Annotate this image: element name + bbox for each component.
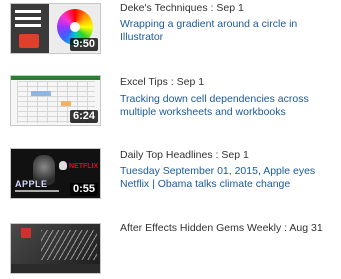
duration-badge: 9:50 bbox=[69, 38, 98, 51]
video-meta: Excel Tips : Sep 1 bbox=[120, 76, 205, 88]
video-meta: After Effects Hidden Gems Weekly : Aug 3… bbox=[120, 222, 323, 234]
video-meta: Deke's Techniques : Sep 1 bbox=[120, 2, 244, 14]
video-thumbnail[interactable]: 6:24 bbox=[10, 75, 101, 126]
thumbnail-label-netflix: NETFLIX bbox=[69, 163, 99, 170]
video-thumbnail[interactable] bbox=[10, 223, 101, 274]
video-list: 9:50 Deke's Techniques : Sep 1 Wrapping … bbox=[0, 0, 341, 274]
video-list-item[interactable]: After Effects Hidden Gems Weekly : Aug 3… bbox=[0, 219, 341, 279]
video-list-item[interactable]: APPLE NETFLIX 0:55 Daily Top Headlines :… bbox=[0, 146, 341, 206]
thumbnail-label-apple: APPLE bbox=[15, 179, 48, 189]
highlight-cell-graphic bbox=[61, 101, 71, 106]
marker-graphic bbox=[21, 228, 31, 238]
caption-line-graphic bbox=[15, 190, 59, 192]
video-meta: Daily Top Headlines : Sep 1 bbox=[120, 149, 249, 161]
duration-badge: 0:55 bbox=[69, 183, 98, 196]
duration-badge: 6:24 bbox=[69, 110, 98, 123]
apple-logo-icon bbox=[59, 161, 67, 170]
video-thumbnail[interactable]: 9:50 bbox=[10, 3, 101, 54]
ribbon-graphic bbox=[11, 76, 100, 80]
video-title-link[interactable]: Wrapping a gradient around a circle in I… bbox=[120, 18, 338, 43]
video-title-link[interactable]: Tuesday September 01, 2015, Apple eyes N… bbox=[120, 165, 338, 190]
highlight-cell-graphic bbox=[31, 91, 51, 96]
video-title-link[interactable]: Tracking down cell dependencies across m… bbox=[120, 93, 338, 118]
video-list-item[interactable]: 6:24 Excel Tips : Sep 1 Tracking down ce… bbox=[0, 74, 341, 134]
video-list-item[interactable]: 9:50 Deke's Techniques : Sep 1 Wrapping … bbox=[0, 0, 341, 60]
video-thumbnail[interactable]: APPLE NETFLIX 0:55 bbox=[10, 148, 101, 199]
swatch-graphic bbox=[19, 34, 39, 48]
